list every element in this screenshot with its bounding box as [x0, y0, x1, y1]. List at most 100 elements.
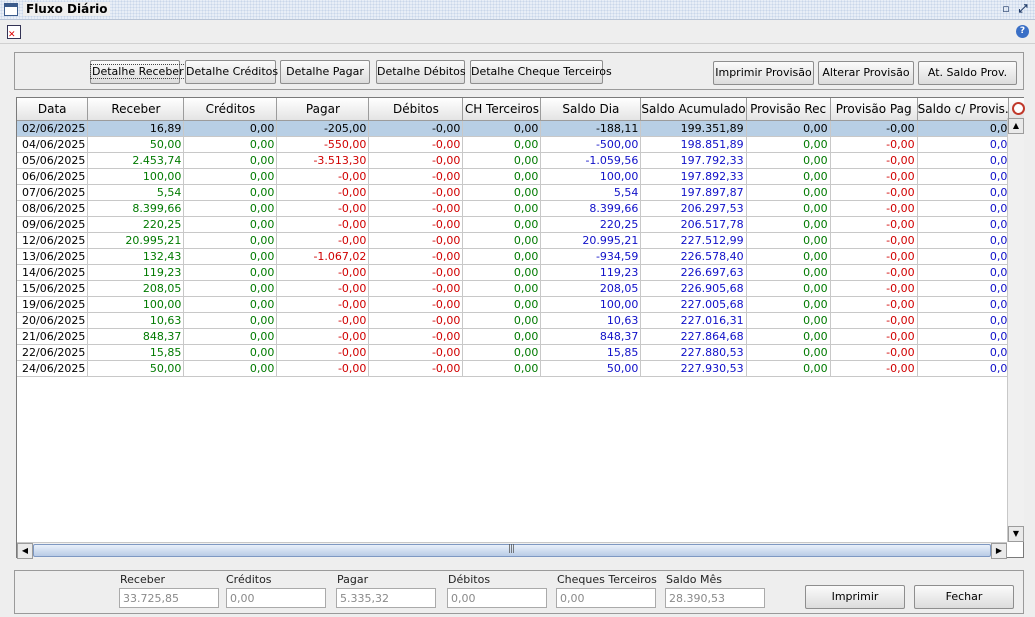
help-icon[interactable]: ?	[1016, 25, 1029, 38]
table-header-row: Data Receber Créditos Pagar Débitos CH Tercei…	[17, 98, 1018, 121]
table-cell: -0,00	[276, 312, 370, 329]
at-saldo-prov-button[interactable]: At. Saldo Prov.	[918, 61, 1017, 85]
table-cell: 0,00	[462, 200, 542, 217]
table-row[interactable]: 13/06/2025 132,43 0,00 -1.067,02 -0,00 0,00 -9…	[17, 248, 1018, 265]
table-row[interactable]: 19/06/2025 100,00 0,00 -0,00 -0,00 0,00 100,00…	[17, 296, 1018, 313]
table-cell: 0,00	[183, 232, 278, 249]
table-cell: 0,00	[746, 120, 831, 137]
table-cell: -0,00	[830, 264, 918, 281]
scroll-left-icon[interactable]: ◀	[17, 543, 33, 559]
column-header[interactable]: Débitos	[368, 98, 464, 121]
saldo-mes-label: Saldo Mês	[666, 573, 722, 586]
table-cell: -0,00	[368, 248, 464, 265]
table-cell: 220,25	[540, 216, 642, 233]
table-cell: -0,00	[276, 232, 370, 249]
table-cell: 0,00	[917, 344, 1018, 361]
scroll-right-icon[interactable]: ▶	[991, 543, 1007, 559]
scroll-down-icon[interactable]: ▼	[1008, 526, 1024, 542]
minimize-icon[interactable]: ▫	[1000, 3, 1012, 15]
detalhe-cheque-terceiros-button[interactable]: Detalhe Cheque Terceiros	[470, 60, 612, 84]
column-header[interactable]: Provisão Rec	[746, 98, 831, 121]
table-row[interactable]: 24/06/2025 50,00 0,00 -0,00 -0,00 0,00 50,00 22…	[17, 360, 1018, 377]
table-cell: 05/06/2025	[17, 152, 89, 169]
table-cell: 0,00	[746, 184, 831, 201]
table-cell: 12/06/2025	[17, 232, 89, 249]
detalhe-pagar-button[interactable]: Detalhe Pagar	[280, 60, 370, 84]
column-header[interactable]: Créditos	[183, 98, 278, 121]
table-cell: 0,00	[462, 312, 542, 329]
pagar-total-label: Pagar	[337, 573, 369, 586]
table-row[interactable]: 07/06/2025 5,54 0,00 -0,00 -0,00 0,00 5,54 197.…	[17, 184, 1018, 201]
receber-total-field: 33.725,85	[119, 588, 219, 608]
table-cell: -0,00	[276, 200, 370, 217]
table-row[interactable]: 15/06/2025 208,05 0,00 -0,00 -0,00 0,00 208,05…	[17, 280, 1018, 297]
table-row[interactable]: 09/06/2025 220,25 0,00 -0,00 -0,00 0,00 220,25…	[17, 216, 1018, 233]
table-row[interactable]: 02/06/2025 16,89 0,00 -205,00 -0,00 0,00 -188,…	[17, 120, 1018, 137]
table-cell: 24/06/2025	[17, 360, 89, 377]
column-header[interactable]: Data	[17, 98, 89, 121]
table-cell: -0,00	[830, 120, 918, 137]
detalhe-creditos-button[interactable]: Detalhe Créditos	[185, 60, 278, 84]
maximize-icon[interactable]: ⤢	[1017, 3, 1029, 15]
scroll-up-icon[interactable]: ▲	[1008, 118, 1024, 134]
horizontal-scrollbar[interactable]: ◀ ▶	[17, 542, 1007, 559]
table-cell: 0,00	[183, 296, 278, 313]
column-header[interactable]: Saldo Dia	[540, 98, 642, 121]
table-cell: -0,00	[276, 344, 370, 361]
table-cell: 198.851,89	[640, 136, 747, 153]
title-bar: Fluxo Diário ▫ ⤢	[0, 0, 1035, 20]
column-header[interactable]: Pagar	[276, 98, 370, 121]
alterar-provisao-button[interactable]: Alterar Provisão	[818, 61, 914, 85]
table-cell: 0,00	[746, 216, 831, 233]
table-cell: 8.399,66	[87, 200, 185, 217]
column-header[interactable]: Saldo Acumulado	[640, 98, 747, 121]
table-cell: 0,00	[917, 184, 1018, 201]
column-header[interactable]: Saldo c/ Provis...	[917, 98, 1018, 121]
table-cell: 848,37	[540, 328, 642, 345]
table-cell: 199.351,89	[640, 120, 747, 137]
table-cell: 15/06/2025	[17, 280, 89, 297]
horizontal-scroll-thumb[interactable]	[33, 544, 991, 557]
detalhe-receber-button[interactable]: Detalhe Receber	[90, 60, 186, 84]
column-chooser-icon[interactable]	[1008, 98, 1025, 118]
table-row[interactable]: 14/06/2025 119,23 0,00 -0,00 -0,00 0,00 119,23…	[17, 264, 1018, 281]
table-row[interactable]: 21/06/2025 848,37 0,00 -0,00 -0,00 0,00 848,37…	[17, 328, 1018, 345]
table-cell: 100,00	[87, 168, 185, 185]
table-cell: 0,00	[183, 328, 278, 345]
table-cell: 0,00	[183, 120, 278, 137]
table-cell: 20.995,21	[540, 232, 642, 249]
fechar-button[interactable]: Fechar	[914, 585, 1014, 609]
table-row[interactable]: 22/06/2025 15,85 0,00 -0,00 -0,00 0,00 15,85 22…	[17, 344, 1018, 361]
table-cell: -0,00	[368, 120, 464, 137]
table-cell: 04/06/2025	[17, 136, 89, 153]
table-cell: 0,00	[917, 232, 1018, 249]
table-row[interactable]: 20/06/2025 10,63 0,00 -0,00 -0,00 0,00 10,63 22…	[17, 312, 1018, 329]
table-cell: 09/06/2025	[17, 216, 89, 233]
column-header[interactable]: Provisão Pag	[830, 98, 918, 121]
debitos-total-label: Débitos	[448, 573, 491, 586]
table-cell: 0,00	[917, 152, 1018, 169]
table-row[interactable]: 08/06/2025 8.399,66 0,00 -0,00 -0,00 0,00 8.39…	[17, 200, 1018, 217]
table-row[interactable]: 04/06/2025 50,00 0,00 -550,00 -0,00 0,00 -500,…	[17, 136, 1018, 153]
table-row[interactable]: 12/06/2025 20.995,21 0,00 -0,00 -0,00 0,00 20.…	[17, 232, 1018, 249]
imprimir-provisao-button[interactable]: Imprimir Provisão	[713, 61, 814, 85]
table-cell: -0,00	[276, 328, 370, 345]
vertical-scrollbar[interactable]: ▲ ▼	[1007, 118, 1024, 542]
table-cell: -188,11	[540, 120, 642, 137]
column-header[interactable]: Receber	[87, 98, 185, 121]
table-cell: 0,00	[746, 264, 831, 281]
table-row[interactable]: 05/06/2025 2.453,74 0,00 -3.513,30 -0,00 0,00…	[17, 152, 1018, 169]
table-cell: -0,00	[368, 168, 464, 185]
table-cell: -0,00	[830, 232, 918, 249]
table-row[interactable]: 06/06/2025 100,00 0,00 -0,00 -0,00 0,00 100,00…	[17, 168, 1018, 185]
table-cell: -0,00	[830, 184, 918, 201]
detalhe-debitos-button[interactable]: Detalhe Débitos	[376, 60, 466, 84]
daily-flow-grid[interactable]: Data Receber Créditos Pagar Débitos CH Tercei…	[16, 97, 1024, 558]
table-cell: -0,00	[830, 168, 918, 185]
table-cell: 0,00	[917, 168, 1018, 185]
imprimir-button[interactable]: Imprimir	[805, 585, 905, 609]
column-header[interactable]: CH Terceiros	[462, 98, 542, 121]
exit-icon[interactable]	[7, 25, 21, 40]
table-cell: -0,00	[368, 344, 464, 361]
table-cell: 20/06/2025	[17, 312, 89, 329]
